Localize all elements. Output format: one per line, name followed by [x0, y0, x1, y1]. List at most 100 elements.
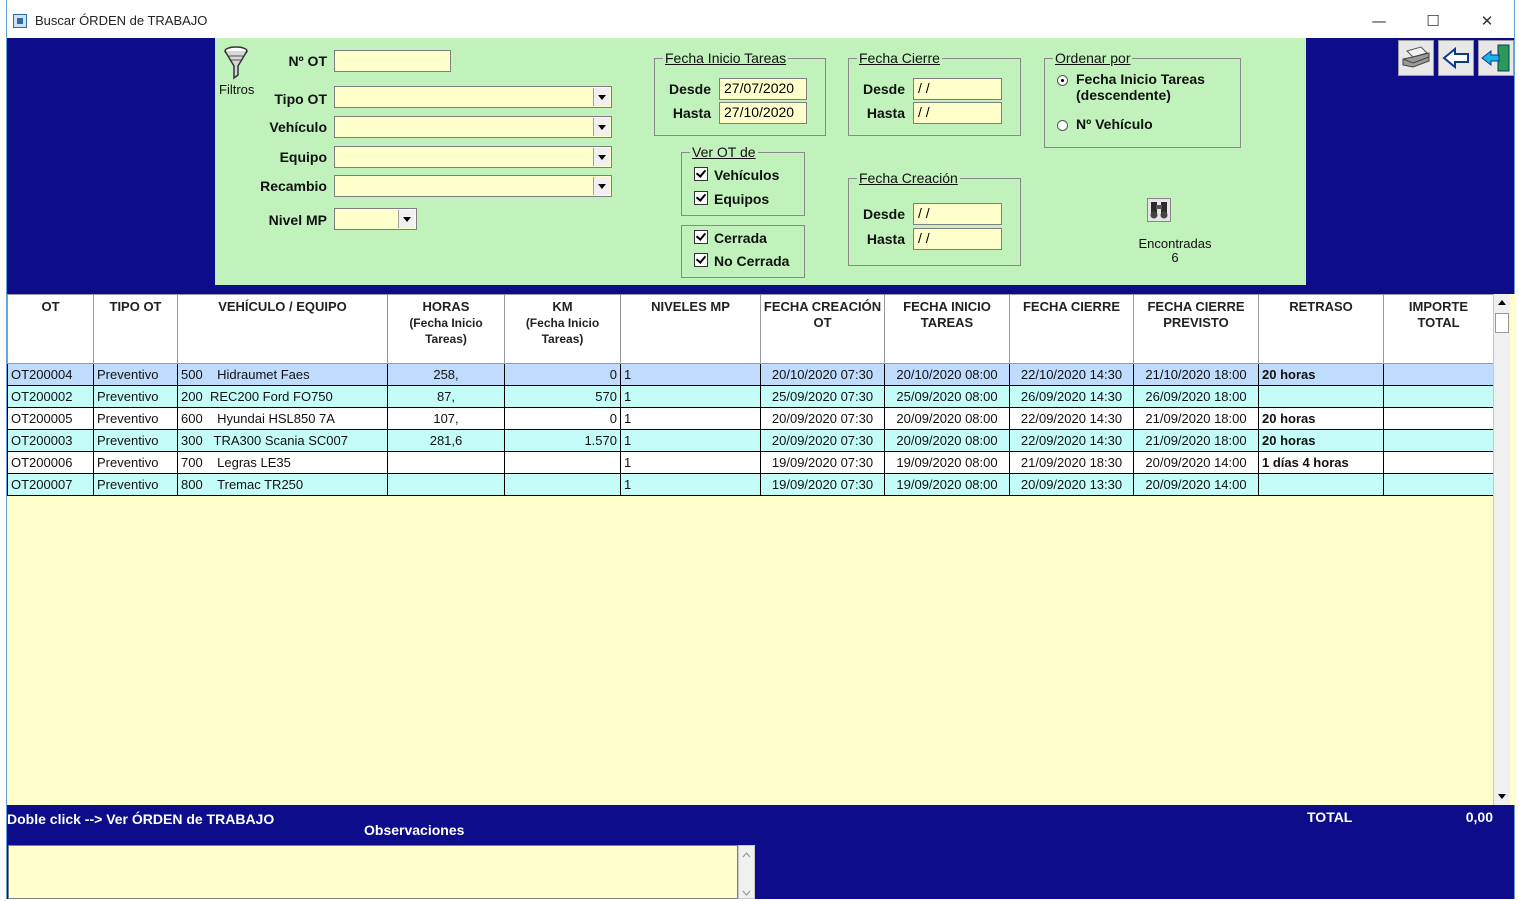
nivel-mp-select[interactable] — [334, 208, 417, 230]
table-row[interactable]: OT200007 Preventivo 800 Tremac TR250 1 1… — [7, 473, 1494, 496]
equipo-select[interactable] — [334, 146, 612, 168]
ordenar-vehiculo-radio[interactable]: Nº Vehículo — [1057, 116, 1237, 136]
table-row[interactable]: OT200006 Preventivo 700 Legras LE35 1 19… — [7, 451, 1494, 474]
fecha-inicio-hasta-input[interactable]: 27/10/2020 — [719, 102, 807, 124]
tipo-ot-select[interactable] — [334, 86, 612, 108]
close-button[interactable]: ✕ — [1464, 8, 1510, 34]
col-header-importe-total[interactable]: IMPORTE TOTAL — [1383, 294, 1494, 364]
col-header-horas[interactable]: HORAS (Fecha Inicio Tareas) — [387, 294, 505, 364]
exit-door-icon — [1481, 44, 1510, 72]
maximize-button[interactable]: ☐ — [1410, 8, 1456, 34]
vehiculo-select[interactable] — [334, 116, 612, 138]
cell-ot: OT200004 — [7, 363, 94, 386]
cell-vehiculo: 600 Hyundai HSL850 7A — [177, 407, 388, 430]
ordenar-option2: Nº Vehículo — [1076, 116, 1153, 132]
fecha-cierre-desde-input[interactable]: / / — [913, 78, 1002, 100]
cell-retraso — [1258, 385, 1384, 408]
cell-vehiculo-name: Hyundai HSL850 7A — [217, 411, 335, 426]
col-header-fecha-inicio[interactable]: FECHA INICIO TAREAS — [884, 294, 1010, 364]
cell-ot: OT200007 — [7, 473, 94, 496]
cell-vehiculo: 800 Tremac TR250 — [177, 473, 388, 496]
app-icon — [13, 14, 27, 28]
cell-importe — [1383, 363, 1494, 386]
cell-tipo: Preventivo — [93, 407, 178, 430]
search-button[interactable] — [1147, 198, 1171, 222]
cerrada-checkbox[interactable]: Cerrada — [694, 230, 767, 246]
chevron-down-icon[interactable] — [398, 210, 415, 228]
funnel-filter-icon[interactable] — [221, 44, 251, 82]
cell-fecha-cierre-previsto: 20/09/2020 14:00 — [1133, 451, 1259, 474]
cell-importe — [1383, 429, 1494, 452]
back-button[interactable] — [1438, 40, 1474, 76]
cell-vehiculo-num: 800 — [181, 477, 203, 492]
cell-retraso: 20 horas — [1258, 407, 1384, 430]
table-row[interactable]: OT200004 Preventivo 500 Hidraumet Faes 2… — [7, 363, 1494, 386]
vehiculos-checkbox[interactable]: Vehículos — [694, 167, 779, 183]
col-header-retraso[interactable]: RETRASO — [1258, 294, 1384, 364]
col-header-fecha-cierre[interactable]: FECHA CIERRE — [1009, 294, 1134, 364]
cell-ot: OT200003 — [7, 429, 94, 452]
chevron-down-icon[interactable] — [593, 148, 610, 166]
scroll-thumb[interactable] — [1495, 313, 1509, 333]
cell-vehiculo: 700 Legras LE35 — [177, 451, 388, 474]
cell-vehiculo-num: 300 — [181, 433, 203, 448]
recambio-select[interactable] — [334, 175, 612, 197]
grid-header-row: OT TIPO OT VEHÍCULO / EQUIPO HORAS (Fecha… — [7, 294, 1494, 364]
title-bar: Buscar ÓRDEN de TRABAJO — ☐ ✕ — [7, 0, 1514, 38]
print-button[interactable] — [1398, 40, 1434, 76]
equipos-checkbox[interactable]: Equipos — [694, 191, 769, 207]
cell-niveles: 1 — [620, 473, 761, 496]
table-row[interactable]: OT200002 Preventivo 200 REC200 Ford FO75… — [7, 385, 1494, 408]
cell-km: 0 — [504, 407, 621, 430]
col-header-fecha-cierre-previsto[interactable]: FECHA CIERRE PREVISTO — [1133, 294, 1259, 364]
cell-vehiculo-num: 200 — [181, 389, 203, 404]
col-header-km-sub2: Tareas) — [541, 332, 584, 346]
fecha-cierre-hasta-input[interactable]: / / — [913, 102, 1002, 124]
col-header-ot[interactable]: OT — [7, 294, 94, 364]
fecha-cierre-hasta-label: Hasta — [866, 105, 905, 121]
no-cerrada-checkbox[interactable]: No Cerrada — [694, 253, 789, 269]
results-table: OT TIPO OT VEHÍCULO / EQUIPO HORAS (Fecha… — [7, 294, 1494, 496]
cell-fecha-cierre-previsto: 21/09/2020 18:00 — [1133, 407, 1259, 430]
chevron-down-icon[interactable] — [593, 177, 610, 195]
cell-ot: OT200005 — [7, 407, 94, 430]
scroll-up-button[interactable] — [1494, 294, 1510, 311]
chevron-down-icon[interactable] — [593, 88, 610, 106]
found-count-label: Encontradas 6 — [1125, 237, 1225, 265]
chevron-down-icon[interactable] — [593, 118, 610, 136]
cell-fecha-creacion: 20/10/2020 07:30 — [760, 363, 885, 386]
no-ot-input[interactable] — [334, 50, 451, 72]
fecha-creacion-desde-label: Desde — [862, 206, 905, 222]
table-row[interactable]: OT200003 Preventivo 300 TRA300 Scania SC… — [7, 429, 1494, 452]
grid-scrollbar[interactable] — [1493, 294, 1510, 805]
fecha-creacion-hasta-label: Hasta — [866, 231, 905, 247]
observaciones-scrollbar[interactable] — [738, 845, 755, 899]
cell-vehiculo-name: Tremac TR250 — [217, 477, 304, 492]
cell-fecha-cierre-previsto: 26/09/2020 18:00 — [1133, 385, 1259, 408]
equipos-label: Equipos — [714, 191, 770, 207]
exit-button[interactable] — [1478, 40, 1514, 76]
ver-ot-title: Ver OT de — [690, 144, 758, 160]
col-header-niveles-mp[interactable]: NIVELES MP — [620, 294, 761, 364]
fecha-creacion-desde-input[interactable]: / / — [913, 203, 1002, 225]
cell-horas: 107, — [387, 407, 505, 430]
scroll-down-button[interactable] — [1494, 788, 1510, 805]
fecha-creacion-hasta-input[interactable]: / / — [913, 228, 1002, 250]
col-header-tipo-ot[interactable]: TIPO OT — [93, 294, 178, 364]
arrow-down-icon — [1498, 794, 1506, 799]
cell-fecha-cierre: 21/09/2020 18:30 — [1009, 451, 1134, 474]
radio-selected-icon — [1057, 75, 1068, 86]
fecha-cierre-title: Fecha Cierre — [857, 50, 942, 66]
fecha-inicio-desde-input[interactable]: 27/07/2020 — [719, 78, 807, 100]
col-header-horas-sub2: Tareas) — [425, 332, 467, 346]
col-header-fini-line1: FECHA INICIO — [903, 299, 991, 314]
col-header-vehiculo-equipo[interactable]: VEHÍCULO / EQUIPO — [177, 294, 388, 364]
observaciones-textarea[interactable] — [8, 845, 738, 899]
cell-importe — [1383, 385, 1494, 408]
col-header-km[interactable]: KM (Fecha Inicio Tareas) — [504, 294, 621, 364]
table-row[interactable]: OT200005 Preventivo 600 Hyundai HSL850 7… — [7, 407, 1494, 430]
minimize-button[interactable]: — — [1356, 8, 1402, 34]
arrow-left-icon — [1442, 46, 1469, 70]
ordenar-fecha-radio[interactable]: Fecha Inicio Tareas (descendente) — [1057, 71, 1237, 111]
col-header-fecha-creacion[interactable]: FECHA CREACIÓN OT — [760, 294, 885, 364]
